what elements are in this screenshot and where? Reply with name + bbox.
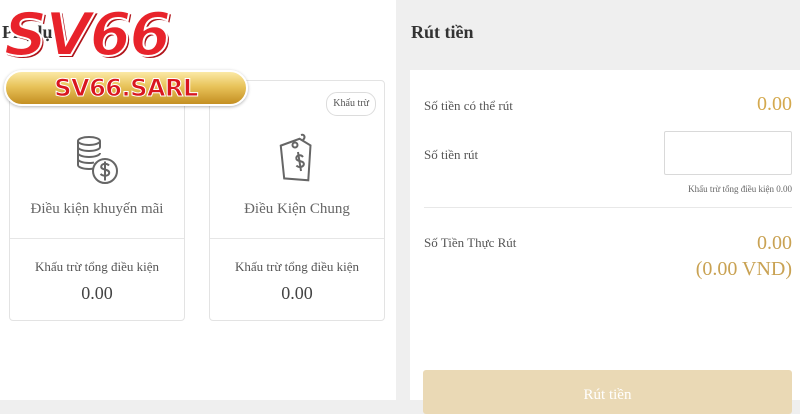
available-amount-value: 0.00 (757, 93, 792, 115)
actual-withdraw-vnd: (0.00 VND) (695, 258, 792, 280)
actual-withdraw-value-block: 0.00 (0.00 VND) (696, 230, 792, 282)
logo-domain-text: SV66.SARL (54, 74, 199, 103)
promotion-condition-card[interactable]: Điều kiện khuyến mãi Khấu trừ tổng điều … (9, 80, 185, 321)
withdraw-panel: Số tiền có thể rút 0.00 Số tiền rút Khấu… (410, 70, 800, 414)
card-sub-label: Khấu trừ tổng điều kiện (234, 259, 360, 274)
divider (424, 207, 792, 208)
card-title: Điều Kiện Chung (244, 201, 350, 217)
withdraw-button[interactable]: Rút tiền (423, 370, 792, 414)
coins-dollar-icon (77, 136, 118, 184)
withdraw-amount-label: Số tiền rút (424, 147, 479, 162)
available-amount-label: Số tiền có thể rút (424, 98, 513, 113)
logo-domain-pill: SV66.SARL (4, 70, 248, 106)
card-value: 0.00 (281, 283, 313, 303)
withdraw-amount-input[interactable] (664, 131, 792, 175)
general-condition-card[interactable]: Khấu trừ Điều Kiện Chung Khấu trừ tổng đ… (209, 80, 385, 321)
deduction-hint: Khấu trừ tổng điều kiện 0.00 (688, 184, 792, 194)
brand-logo: SV66 SV66.SARL (0, 0, 252, 112)
card-title: Điều kiện khuyến mãi (30, 201, 164, 217)
deduct-badge[interactable]: Khấu trừ (326, 92, 376, 116)
actual-withdraw-label: Số Tiền Thực Rút (424, 235, 517, 250)
price-tag-dollar-icon (279, 133, 312, 182)
actual-withdraw-value: 0.00 (757, 232, 792, 254)
withdraw-section-title: Rút tiền (411, 22, 474, 42)
logo-brand-text: SV66 (3, 0, 172, 70)
card-sub-label: Khấu trừ tổng điều kiện (34, 259, 160, 274)
card-value: 0.00 (81, 283, 113, 303)
